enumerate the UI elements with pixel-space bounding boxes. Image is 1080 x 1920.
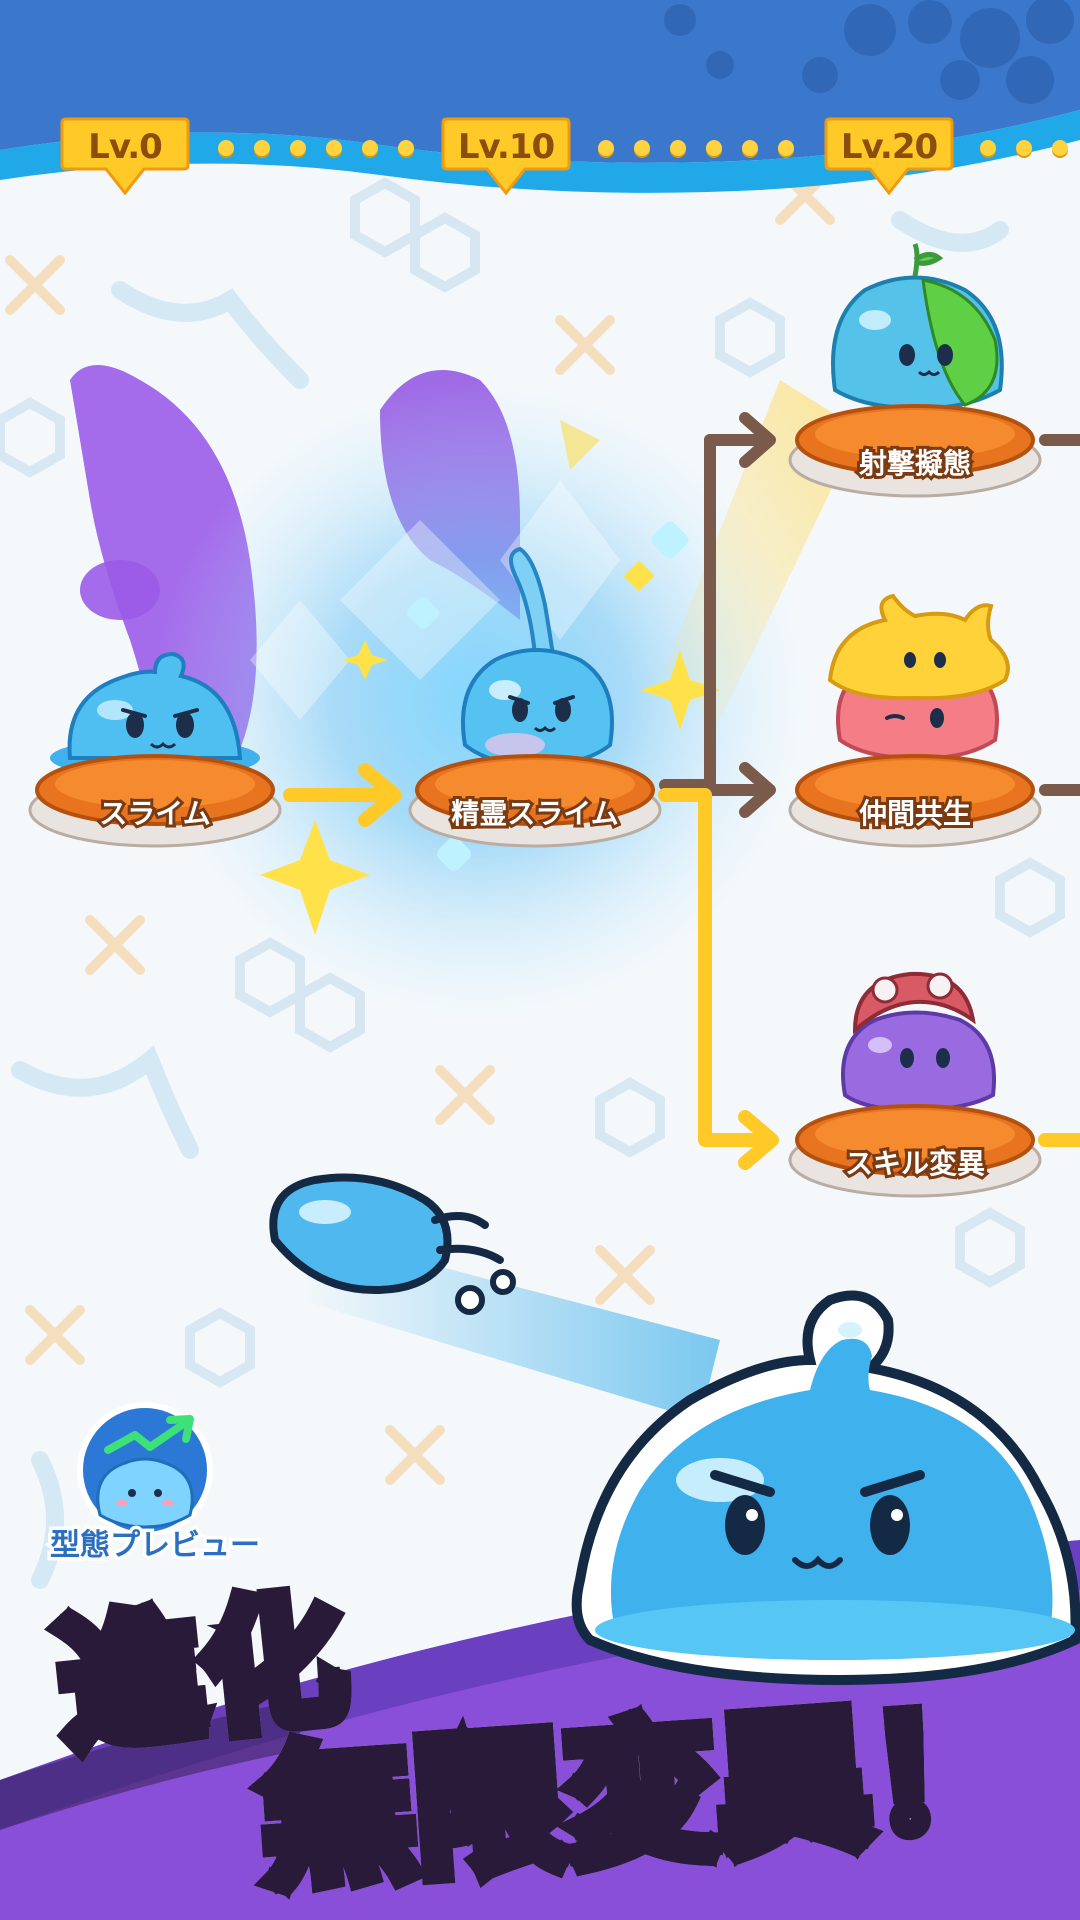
node-label: 仲間共生 <box>856 794 974 833</box>
hero-slime-illustration <box>571 1290 1080 1686</box>
form-preview-button[interactable]: 型態プレビュー <box>30 1395 280 1567</box>
evolution-node-spirit-slime[interactable]: 精霊スライム <box>405 545 665 850</box>
evolution-node-shooter[interactable]: 射撃擬態 <box>785 240 1045 500</box>
level-label: Lv.10 <box>457 127 555 167</box>
node-label: スライム <box>96 794 213 833</box>
level-badge-10: Lv.10 <box>441 115 571 199</box>
level-label: Lv.20 <box>840 127 938 167</box>
evolution-node-skill-mutation[interactable]: スキル変異 <box>785 960 1045 1200</box>
slime-growth-icon <box>77 1402 213 1535</box>
evolution-node-slime[interactable]: スライム <box>25 640 285 850</box>
companion-slime-creature-icon <box>827 593 1010 760</box>
level-badge-0: Lv.0 <box>60 115 190 199</box>
skill-slime-creature-icon <box>841 971 996 1110</box>
node-label: 精霊スライム <box>448 794 621 833</box>
node-label: 射撃擬態 <box>856 444 974 483</box>
promo-screen: Lv.0 Lv.10 Lv.20 スライム 精霊スライム 射撃擬態 仲間共生 ス… <box>0 0 1080 1920</box>
level-badge-20: Lv.20 <box>824 115 954 199</box>
evolution-node-companion[interactable]: 仲間共生 <box>785 590 1045 850</box>
level-label: Lv.0 <box>88 127 163 167</box>
flying-slime-illustration <box>269 1173 516 1315</box>
node-label: スキル変異 <box>842 1144 988 1183</box>
shooter-slime-creature-icon <box>831 243 1004 410</box>
